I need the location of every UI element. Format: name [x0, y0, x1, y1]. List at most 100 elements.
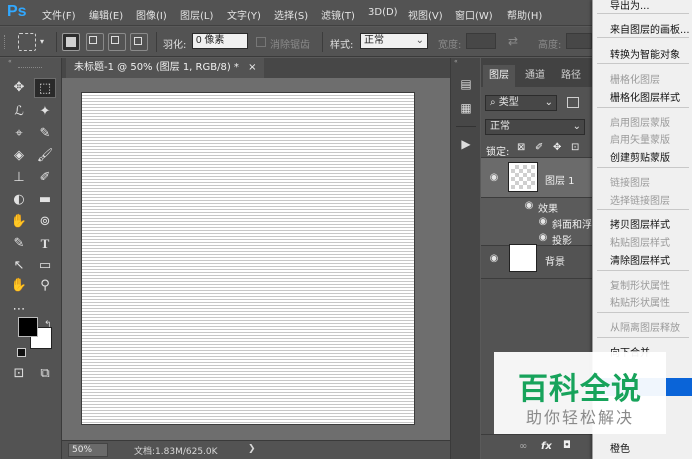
type-tool-icon[interactable]: T [34, 234, 56, 254]
separator [56, 32, 57, 52]
layer-filter-select[interactable]: ⌕ 类型 ⌄ [485, 95, 557, 111]
tab-layers[interactable]: 图层 [483, 65, 515, 87]
antialias-checkbox[interactable] [256, 37, 266, 47]
intersect-selection-icon[interactable] [130, 33, 148, 51]
blur-tool-icon[interactable]: ✋ [8, 212, 30, 232]
ctx-color-orange[interactable]: 橙色 [610, 440, 630, 455]
eraser-tool-icon[interactable]: ◐ [8, 190, 30, 210]
tab-channels[interactable]: 通道 [519, 65, 551, 87]
hand-tool-icon[interactable]: ✋ [8, 276, 30, 296]
add-mask-icon[interactable]: ◘ [563, 440, 571, 451]
marquee-preset-icon[interactable] [18, 33, 36, 51]
screen-mode-icon[interactable]: ⧉ [34, 364, 56, 384]
close-icon[interactable]: × [248, 62, 256, 73]
layer-name[interactable]: 背景 [545, 253, 565, 268]
menu-image[interactable]: 图像(I) [136, 7, 167, 22]
visibility-eye-icon[interactable]: ◉ [523, 200, 535, 212]
menu-help[interactable]: 帮助(H) [507, 7, 542, 22]
rectangle-tool-icon[interactable]: ▭ [34, 256, 56, 276]
subtract-selection-icon[interactable] [108, 33, 126, 51]
style-select[interactable]: 正常 ⌄ [360, 33, 428, 49]
workspace [62, 78, 450, 440]
new-selection-icon[interactable] [62, 33, 80, 51]
ctx-copy-layer-style[interactable]: 拷贝图层样式 [610, 216, 670, 231]
history-brush-tool-icon[interactable]: ✐ [34, 168, 56, 188]
ctx-export-as[interactable]: 导出为... [610, 0, 650, 12]
path-selection-tool-icon[interactable]: ↖ [8, 256, 30, 276]
clone-stamp-tool-icon[interactable]: ⊥ [8, 168, 30, 188]
lock-artboard-icon[interactable]: ⊡ [571, 142, 579, 153]
feather-input[interactable]: 0 像素 [192, 33, 248, 49]
ctx-create-clipping-mask[interactable]: 创建剪贴蒙版 [610, 149, 670, 164]
layer-row-layer1[interactable]: ◉ 图层 1 [481, 158, 592, 198]
chevron-down-icon: ⌄ [544, 97, 553, 108]
zoom-level-field[interactable]: 50% [68, 443, 108, 457]
actions-play-icon[interactable]: ▶ [458, 136, 474, 152]
move-tool-icon[interactable]: ✥ [8, 78, 30, 98]
toolbox-collapse-icon[interactable]: « [8, 59, 54, 65]
photoshop-logo: Ps [7, 3, 27, 20]
menu-view[interactable]: 视图(V) [408, 7, 443, 22]
visibility-eye-icon[interactable]: ◉ [537, 216, 549, 228]
menu-file[interactable]: 文件(F) [42, 7, 76, 22]
quick-mask-icon[interactable]: ⊡ [8, 364, 30, 384]
magic-wand-tool-icon[interactable]: ✦ [34, 102, 56, 122]
visibility-eye-icon[interactable]: ◉ [488, 253, 500, 265]
ctx-artboard-from-layers[interactable]: 来自图层的画板... [610, 21, 690, 36]
histogram-panel-icon[interactable]: ▤ [458, 76, 474, 92]
menu-filter[interactable]: 滤镜(T) [321, 7, 355, 22]
properties-panel-icon[interactable]: ▦ [458, 100, 474, 116]
effects-row[interactable]: ◉ 效果 [481, 198, 592, 215]
status-menu-arrow-icon[interactable]: ❯ [248, 444, 256, 454]
width-input[interactable] [466, 33, 496, 49]
menu-window[interactable]: 窗口(W) [455, 7, 493, 22]
toolbox-grip [18, 67, 42, 69]
chevron-down-icon[interactable]: ▾ [40, 37, 44, 46]
menu-select[interactable]: 选择(S) [274, 7, 308, 22]
visibility-eye-icon[interactable]: ◉ [488, 172, 500, 184]
link-layers-icon[interactable]: ∞ [519, 441, 527, 452]
blend-mode-select[interactable]: 正常 ⌄ [485, 119, 585, 135]
document-canvas[interactable] [81, 92, 415, 425]
marquee-tool-icon[interactable]: ⬚ [34, 78, 56, 98]
filter-image-icon[interactable] [567, 97, 579, 108]
effect-row-bevel[interactable]: ◉ 斜面和浮雕 [481, 214, 602, 231]
swap-icon[interactable]: ⇄ [508, 34, 518, 48]
lock-transparency-icon[interactable]: ⊠ [517, 142, 525, 153]
chevron-down-icon: ⌄ [572, 121, 581, 132]
healing-brush-tool-icon[interactable]: ◈ [8, 146, 30, 166]
dock-collapse-icon[interactable]: « [454, 58, 458, 65]
menu-layer[interactable]: 图层(L) [180, 7, 213, 22]
swap-colors-icon[interactable]: ↰ [44, 320, 52, 330]
fx-icon[interactable]: fx [541, 441, 552, 452]
ctx-convert-smart-object[interactable]: 转换为智能对象 [610, 46, 680, 61]
menu-edit[interactable]: 编辑(E) [89, 7, 123, 22]
pen-tool-icon[interactable]: ✎ [8, 234, 30, 254]
ctx-rasterize-layer-style[interactable]: 栅格化图层样式 [610, 89, 680, 104]
eyedropper-tool-icon[interactable]: ✎ [34, 124, 56, 144]
layer-name[interactable]: 图层 1 [545, 172, 575, 187]
style-value: 正常 [364, 35, 384, 46]
ctx-clear-layer-style[interactable]: 清除图层样式 [610, 252, 670, 267]
tab-paths[interactable]: 路径 [555, 65, 587, 87]
crop-tool-icon[interactable]: ⌖ [8, 124, 30, 144]
gradient-tool-icon[interactable]: ▬ [34, 190, 56, 210]
separator [597, 209, 689, 210]
lasso-tool-icon[interactable]: ℒ [8, 102, 30, 122]
dodge-tool-icon[interactable]: ⊚ [34, 212, 56, 232]
status-bar: 50% 文档:1.83M/625.0K ❯ [62, 440, 450, 459]
document-tab[interactable]: 未标题-1 @ 50% (图层 1, RGB/8) * × [66, 58, 265, 78]
add-selection-icon[interactable] [86, 33, 104, 51]
menu-type[interactable]: 文字(Y) [227, 7, 261, 22]
height-input[interactable] [566, 33, 592, 49]
separator [597, 167, 689, 168]
layer-thumbnail [508, 162, 538, 192]
lock-position-icon[interactable]: ✥ [553, 142, 561, 153]
menu-3d[interactable]: 3D(D) [368, 7, 398, 18]
foreground-color-swatch[interactable] [18, 317, 38, 337]
default-colors-icon[interactable] [17, 348, 26, 357]
lock-pixels-icon[interactable]: ✐ [535, 142, 543, 153]
layer-row-background[interactable]: ◉ 背景 [481, 239, 592, 279]
zoom-tool-icon[interactable]: ⚲ [34, 276, 56, 296]
brush-tool-icon[interactable]: 🖌 [34, 146, 56, 166]
